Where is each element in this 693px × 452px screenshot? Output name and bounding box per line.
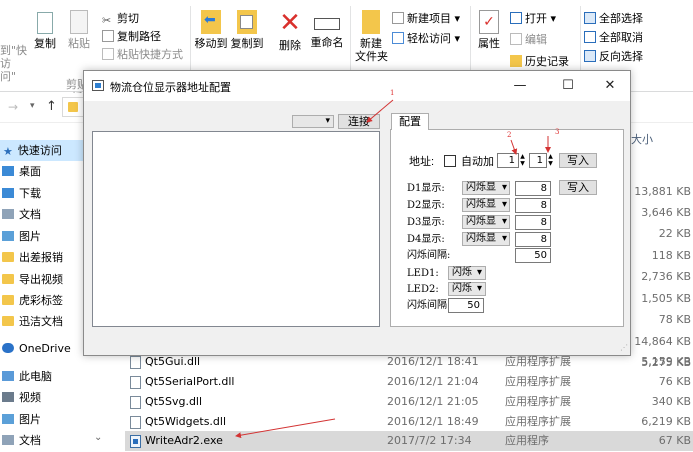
annotation-arrow-1 xyxy=(366,99,394,123)
annotation-label-1: 1 xyxy=(390,89,395,97)
annotation-arrow-exe xyxy=(235,418,336,439)
annotation-arrows xyxy=(235,99,551,439)
annotation-label-2: 2 xyxy=(507,131,512,139)
annotation-arrow-2 xyxy=(510,139,518,155)
annotation-label-3: 3 xyxy=(555,128,560,136)
tab-config[interactable]: 配置 xyxy=(391,113,429,130)
